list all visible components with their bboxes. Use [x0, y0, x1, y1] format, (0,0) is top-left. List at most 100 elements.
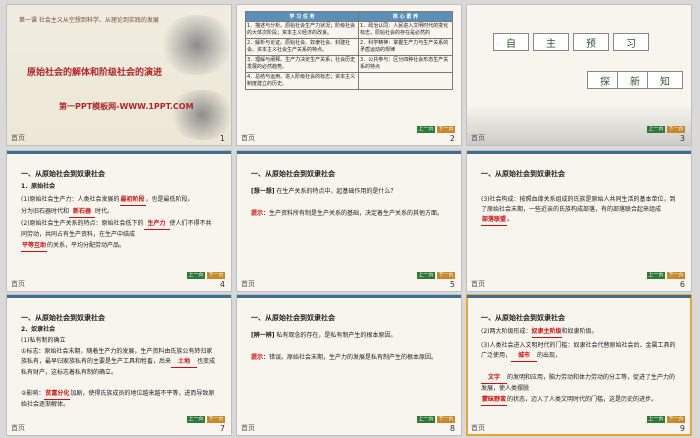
answer-blank: 城市: [511, 351, 538, 362]
next-page-button[interactable]: 下一页: [667, 272, 685, 279]
table-cell: 1．描述与分析。原始社会生产力状况；阶级社会的大体次阶段；资本主义经济的改良。: [244, 21, 360, 39]
slide-thumbnail-4[interactable]: 一、从原始社会到奴隶社会 1．原始社会 (1)原始社会生产力：人类社会发展的最初…: [6, 150, 232, 292]
slide-thumbnail-7[interactable]: 一、从原始社会到奴隶社会 2．奴隶社会 (1)私有制的确立 ①标志：原始社会末期…: [6, 294, 232, 436]
next-page-button[interactable]: 下一页: [667, 126, 685, 133]
prev-page-button[interactable]: 上一页: [647, 272, 665, 279]
top-accent-line: [467, 295, 691, 298]
top-accent-line: [467, 151, 691, 154]
learning-task-table: 学 习 任 务 核 心 素 养 1．描述与分析。原始社会生产力状况；阶级社会的大…: [244, 11, 453, 90]
top-accent-line: [237, 151, 461, 154]
sub-heading: 2．奴隶社会: [21, 326, 56, 333]
nav-button-bar: 上一页 下一页: [647, 272, 685, 279]
table-cell: 2．解析与论证。原始社会、奴隶社会、封建社会、资本主义社会生产关系的特点。: [244, 38, 360, 56]
slide-number: 1: [219, 134, 225, 143]
lesson-header-strip: 第一课 社会主义从空想到科学、从理论到实践的发展: [19, 17, 159, 24]
answer-blank: 平等互助: [21, 241, 47, 252]
table-row: 1．描述与分析。原始社会生产力状况；阶级社会的大体次阶段；资本主义经济的改良。 …: [244, 21, 453, 39]
prev-page-button[interactable]: 上一页: [187, 272, 205, 279]
slide-thumbnail-5[interactable]: 一、从原始社会到奴隶社会 [想一想] 在生产关系的特点中，起基础作用的是什么？ …: [236, 150, 462, 292]
line-text: (2)两大阶级形成：: [481, 328, 532, 335]
content-line: 分为旧石器时代和 新石器 时代。: [21, 207, 217, 218]
ink-flower-decoration: [167, 90, 231, 140]
slide-subtitle: 第一PPT模板网-WWW.1PPT.COM: [59, 102, 194, 111]
line-text: 的出现，: [537, 352, 562, 359]
table-row: 3．理解与阐释。生产力决定生产关系；社会历史发展的必然趋势。 3．公共参与：区分…: [244, 55, 453, 73]
line-text: ，也是最低阶段。: [145, 196, 194, 203]
slide-number: 6: [679, 280, 685, 289]
content-line: 平等互助的关系，平均分配劳动产品。: [21, 241, 217, 252]
question-line: [想一想] 在生产关系的特点中，起基础作用的是什么？: [251, 187, 447, 197]
nav-button-bar: 上一页 下一页: [187, 416, 225, 423]
sub-heading: 1．原始社会: [21, 183, 56, 190]
slide-thumbnail-1[interactable]: 第一课 社会主义从空想到科学、从理论到实践的发展 原始社会的解体和阶级社会的演进…: [6, 4, 232, 146]
prev-page-button[interactable]: 上一页: [417, 416, 435, 423]
nav-button-bar: 上一页 下一页: [417, 416, 455, 423]
footer-tag: 首页: [471, 134, 485, 142]
content-line: ①标志：原始社会末期，随着生产力的发展，生产资料由氏族公有转归家族私有，最早归家…: [21, 347, 217, 378]
slide-number: 3: [679, 134, 685, 143]
content-line: (2)两大阶级形成：奴隶主阶级和奴隶阶级。: [481, 327, 677, 338]
next-page-button[interactable]: 下一页: [207, 416, 225, 423]
answer-blank: 奴隶主阶级: [531, 327, 562, 338]
content-line: (1)原始社会生产力：人类社会发展的最初阶段，也是最低阶段。: [21, 195, 217, 206]
slide-thumbnail-9[interactable]: 一、从原始社会到奴隶社会 (2)两大阶级形成：奴隶主阶级和奴隶阶级。 (3)人类…: [466, 294, 692, 436]
answer-blank: 最初阶段: [119, 195, 146, 206]
prev-page-button[interactable]: 上一页: [647, 126, 665, 133]
question-label: [辨一辨]: [251, 332, 275, 339]
prev-page-button[interactable]: 上一页: [647, 416, 665, 423]
content-line: (2)原始社会生产关系的特点：原始社会低下的 生产力 使人们不得不共同劳动，共同占有…: [21, 219, 217, 240]
char-box: 知: [647, 71, 683, 89]
slide-thumbnail-6[interactable]: 一、从原始社会到奴隶社会 (3)社会构成：按照血缘关系组成的氏族是原始人共同生活…: [466, 150, 692, 292]
line-text: 的关系，平均分配劳动产品。: [47, 242, 126, 249]
top-accent-line: [7, 151, 231, 154]
section-heading: 一、从原始社会到奴隶社会: [21, 314, 105, 322]
line-text: 的发明和应用，脑力劳动和体力劳动的分工等，促进了生产力的发展，使人类摆脱: [481, 374, 676, 392]
hint-text: 生产资料所有制是生产关系的基础，决定着生产关系的其他方面。: [269, 210, 444, 217]
nav-button-bar: 上一页 下一页: [417, 126, 455, 133]
prev-page-button[interactable]: 上一页: [187, 416, 205, 423]
char-box: 习: [613, 33, 649, 51]
next-page-button[interactable]: 下一页: [437, 416, 455, 423]
prev-page-button[interactable]: 上一页: [417, 272, 435, 279]
sub-heading-2: (1)私有制的确立: [21, 337, 66, 344]
next-page-button[interactable]: 下一页: [437, 272, 455, 279]
next-page-button[interactable]: 下一页: [207, 272, 225, 279]
slide-thumbnail-2[interactable]: 学 习 任 务 核 心 素 养 1．描述与分析。原始社会生产力状况；阶级社会的大…: [236, 4, 462, 146]
table-row: 4．总结与运用。进入阶级社会的标志；资本主义制度建立的历史。: [244, 72, 453, 90]
next-page-button[interactable]: 下一页: [437, 126, 455, 133]
footer-tag: 首页: [471, 424, 485, 432]
section-heading: 一、从原始社会到奴隶社会: [251, 170, 335, 178]
hint-line: 提示：生产资料所有制是生产关系的基础，决定着生产关系的其他方面。: [251, 209, 447, 219]
table-cell: 2．科学精神：掌握生产力与生产关系的矛盾运动的规律: [358, 38, 453, 56]
nav-button-bar: 上一页 下一页: [417, 272, 455, 279]
line-text: 分为旧石器时代和: [21, 208, 70, 215]
content-line: ②影响：贫富分化加剧，使得氏族成员的地位越来越不平等，进而导致原始社会逐渐解体。: [21, 389, 217, 410]
table-cell: 4．总结与运用。进入阶级社会的标志；资本主义制度建立的历史。: [244, 72, 360, 90]
answer-blank: 生产力: [143, 219, 170, 230]
question-line: [辨一辨] 私有观念的存在，是私有制产生的根本原因。: [251, 331, 447, 341]
slide-number: 2: [449, 134, 455, 143]
line-text: 的状态，迈入了人类文明时代的门槛，这是历史的进步。: [507, 396, 658, 403]
slide-thumbnail-8[interactable]: 一、从原始社会到奴隶社会 [辨一辨] 私有观念的存在，是私有制产生的根本原因。 …: [236, 294, 462, 436]
mountain-decoration: [467, 105, 691, 145]
hint-label: 提示：: [251, 354, 270, 361]
answer-blank: 蒙昧野蛮: [481, 395, 507, 406]
content-line: 文字 的发明和应用，脑力劳动和体力劳动的分工等，促进了生产力的发展，使人类摆脱: [481, 373, 677, 394]
hint-label: 提示：: [251, 210, 270, 217]
answer-blank: 贫富分化: [44, 389, 71, 400]
slide-thumbnail-3[interactable]: 自 主 预 习 探 新 知 上一页 下一页 首页 3: [466, 4, 692, 146]
line-text: (3)社会构成：按照血缘关系组成的氏族是原始人共同生活的基本单位，到了原始社会末…: [481, 196, 676, 213]
answer-blank: 新石器: [69, 207, 96, 218]
slide-title: 原始社会的解体和阶级社会的演进: [27, 68, 163, 78]
section-heading: 一、从原始社会到奴隶社会: [481, 314, 565, 322]
next-page-button[interactable]: 下一页: [667, 416, 685, 423]
prev-page-button[interactable]: 上一页: [417, 126, 435, 133]
footer-tag: 首页: [11, 134, 25, 142]
hint-text: 错误。原始社会末期，生产力的发展是私有制产生的根本原因。: [269, 354, 438, 361]
hint-line: 提示：错误。原始社会末期，生产力的发展是私有制产生的根本原因。: [251, 353, 447, 363]
table-cell: 1．政治认同：人民进入文明时代的变化标志，原始社会的存在是必然的: [358, 21, 453, 39]
content-line: (3)社会构成：按照血缘关系组成的氏族是原始人共同生活的基本单位，到了原始社会末…: [481, 195, 677, 226]
table-cell: 3．理解与阐释。生产力决定生产关系；社会历史发展的必然趋势。: [244, 55, 360, 73]
answer-blank: 土地: [171, 357, 198, 368]
line-text: 。: [507, 216, 514, 223]
